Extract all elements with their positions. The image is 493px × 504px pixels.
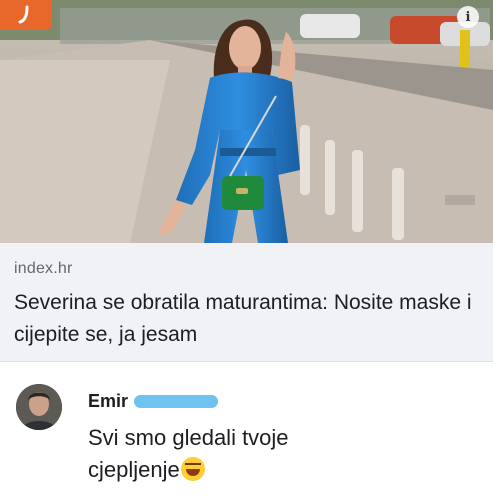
avatar[interactable] [16, 384, 62, 430]
comment: Emir Svi smo gledali tvoje cjepljenje [0, 362, 493, 504]
comment-author-row: Emir [88, 391, 219, 412]
comment-author[interactable]: Emir [88, 391, 128, 412]
comment-text: Svi smo gledali tvoje cjepljenje [88, 422, 368, 486]
article-source: index.hr [14, 260, 73, 277]
comment-bubble: Emir Svi smo gledali tvoje cjepljenje [76, 382, 376, 500]
article-headline[interactable]: Severina se obratila maturantima: Nosite… [14, 287, 484, 351]
app-logo-icon [0, 0, 52, 30]
laughing-tears-emoji-icon [180, 457, 205, 481]
photo-illustration [0, 0, 493, 243]
info-icon[interactable]: i [457, 6, 479, 28]
redacted-surname [134, 395, 219, 408]
article-photo[interactable]: i [0, 0, 493, 243]
link-preview[interactable]: index.hr Severina se obratila maturantim… [0, 243, 493, 362]
